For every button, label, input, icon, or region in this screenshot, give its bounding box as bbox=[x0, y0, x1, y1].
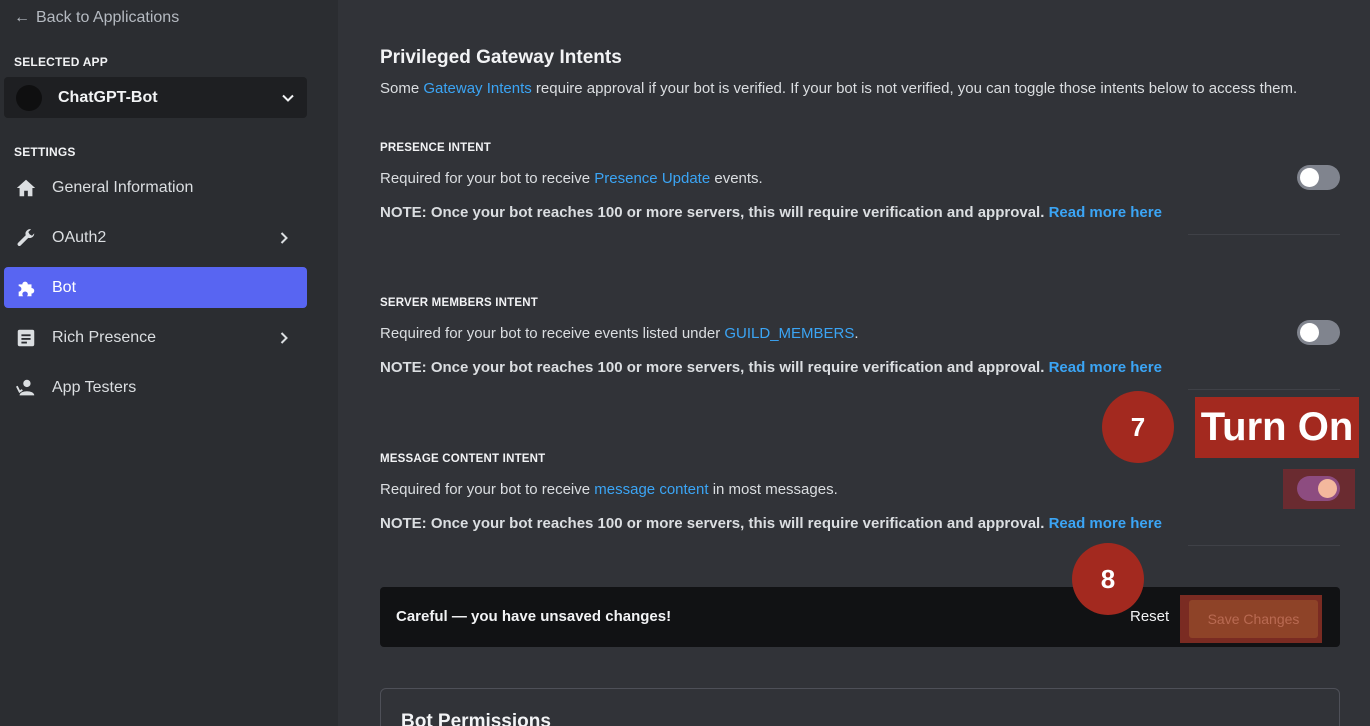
back-to-applications-link[interactable]: ← Back to Applications bbox=[14, 9, 179, 27]
read-more-link[interactable]: Read more here bbox=[1049, 515, 1162, 532]
note-text: NOTE: Once your bot reaches 100 or more … bbox=[380, 515, 1045, 532]
document-icon bbox=[14, 326, 38, 350]
reset-button[interactable]: Reset bbox=[1130, 608, 1169, 625]
read-more-link[interactable]: Read more here bbox=[1049, 204, 1162, 221]
intent-title: SERVER MEMBERS INTENT bbox=[380, 297, 538, 309]
sidebar-item-app-testers[interactable]: App Testers bbox=[4, 367, 307, 408]
intent-description: Required for your bot to receive Presenc… bbox=[380, 170, 1340, 187]
message-content-link[interactable]: message content bbox=[594, 481, 708, 498]
app-avatar bbox=[16, 84, 42, 111]
server-members-intent-toggle[interactable] bbox=[1297, 320, 1340, 345]
gateway-intents-link[interactable]: Gateway Intents bbox=[423, 80, 531, 97]
back-label: Back to Applications bbox=[36, 9, 180, 26]
intent-description: Required for your bot to receive events … bbox=[380, 325, 1340, 342]
arrow-left-icon: ← bbox=[14, 9, 30, 26]
description-text: Some bbox=[380, 80, 424, 97]
note-text: NOTE: Once your bot reaches 100 or more … bbox=[380, 359, 1045, 376]
sidebar: ← Back to Applications SELECTED APP Chat… bbox=[0, 0, 338, 726]
sidebar-item-bot[interactable]: Bot bbox=[4, 267, 307, 308]
puzzle-icon bbox=[14, 276, 38, 300]
unsaved-changes-bar: Careful — you have unsaved changes! Rese… bbox=[380, 587, 1340, 647]
presence-intent-toggle[interactable] bbox=[1297, 165, 1340, 190]
presence-update-link[interactable]: Presence Update bbox=[594, 170, 710, 187]
note-text: NOTE: Once your bot reaches 100 or more … bbox=[380, 204, 1045, 221]
message-content-intent-toggle[interactable] bbox=[1297, 476, 1340, 501]
sidebar-item-general-information[interactable]: General Information bbox=[4, 167, 307, 208]
sidebar-item-oauth2[interactable]: OAuth2 bbox=[4, 217, 307, 258]
divider bbox=[1188, 389, 1340, 390]
sidebar-item-rich-presence[interactable]: Rich Presence bbox=[4, 317, 307, 358]
chevron-down-icon bbox=[282, 94, 294, 102]
intent-desc-text: . bbox=[854, 325, 859, 342]
page-title: Privileged Gateway Intents bbox=[380, 47, 622, 68]
divider bbox=[1188, 545, 1340, 546]
chevron-right-icon bbox=[280, 331, 288, 344]
intent-note: NOTE: Once your bot reaches 100 or more … bbox=[380, 515, 1340, 532]
chevron-right-icon bbox=[280, 231, 288, 244]
toggle-knob bbox=[1300, 323, 1319, 342]
step-7-badge: 7 bbox=[1102, 391, 1174, 463]
intent-desc-text: events. bbox=[710, 170, 763, 187]
settings-label: SETTINGS bbox=[14, 145, 76, 159]
bot-permissions-panel: Bot Permissions bbox=[380, 688, 1340, 726]
intent-desc-text: Required for your bot to receive bbox=[380, 481, 595, 498]
intent-desc-text: Required for your bot to receive events … bbox=[380, 325, 725, 342]
main-content: Privileged Gateway Intents Some Gateway … bbox=[338, 0, 1370, 726]
intent-note: NOTE: Once your bot reaches 100 or more … bbox=[380, 359, 1340, 376]
intent-note: NOTE: Once your bot reaches 100 or more … bbox=[380, 204, 1340, 221]
presence-intent: PRESENCE INTENT Required for your bot to… bbox=[380, 142, 1340, 221]
toggle-knob bbox=[1318, 479, 1337, 498]
sidebar-item-label: OAuth2 bbox=[52, 228, 107, 246]
save-changes-button[interactable]: Save Changes bbox=[1189, 600, 1318, 638]
read-more-link[interactable]: Read more here bbox=[1049, 359, 1162, 376]
toggle-knob bbox=[1300, 168, 1319, 187]
intent-desc-text: Required for your bot to receive bbox=[380, 170, 595, 187]
bot-permissions-title: Bot Permissions bbox=[401, 711, 551, 726]
divider bbox=[1188, 234, 1340, 235]
wrench-icon bbox=[14, 226, 38, 250]
intent-title: PRESENCE INTENT bbox=[380, 142, 491, 154]
message-content-intent: MESSAGE CONTENT INTENT Required for your… bbox=[380, 453, 1340, 532]
app-selector[interactable]: ChatGPT-Bot bbox=[4, 77, 307, 118]
intent-desc-text: in most messages. bbox=[708, 481, 838, 498]
sidebar-item-label: General Information bbox=[52, 178, 194, 196]
description-text: require approval if your bot is verified… bbox=[531, 80, 1298, 97]
guild-members-link[interactable]: GUILD_MEMBERS bbox=[724, 325, 854, 342]
server-members-intent: SERVER MEMBERS INTENT Required for your … bbox=[380, 297, 1340, 376]
home-icon bbox=[14, 176, 38, 200]
person-icon bbox=[14, 376, 38, 400]
intent-description: Required for your bot to receive message… bbox=[380, 481, 1340, 498]
turn-on-label: Turn On bbox=[1195, 397, 1359, 458]
sidebar-item-label: Rich Presence bbox=[52, 328, 157, 346]
unsaved-changes-message: Careful — you have unsaved changes! bbox=[396, 608, 672, 625]
app-name: ChatGPT-Bot bbox=[58, 88, 158, 106]
selected-app-label: SELECTED APP bbox=[14, 55, 108, 69]
step-8-badge: 8 bbox=[1072, 543, 1144, 615]
sidebar-item-label: App Testers bbox=[52, 378, 137, 396]
sidebar-item-label: Bot bbox=[52, 278, 77, 296]
page-description: Some Gateway Intents require approval if… bbox=[380, 80, 1297, 97]
